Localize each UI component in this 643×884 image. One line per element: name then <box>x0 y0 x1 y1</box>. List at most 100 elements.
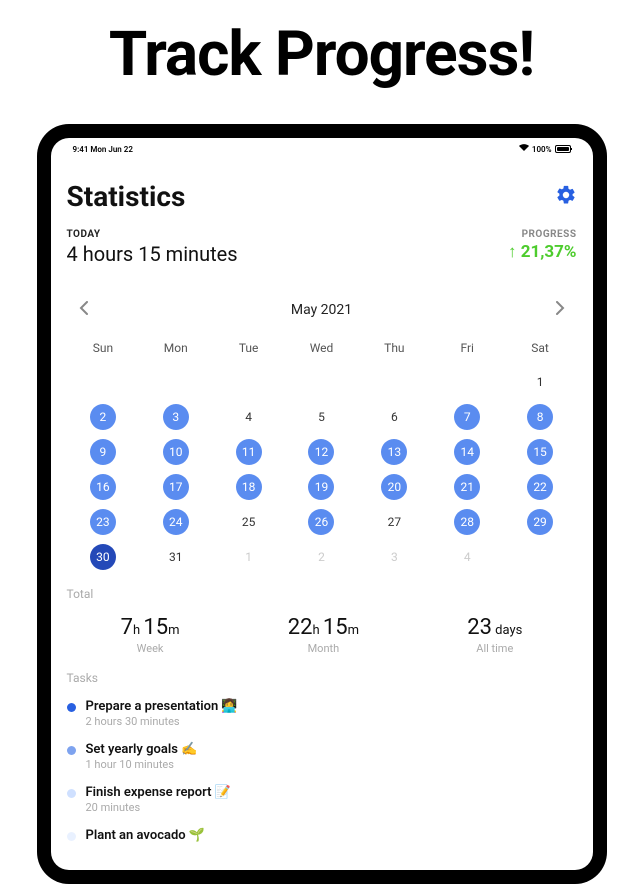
calendar-cell <box>285 368 358 396</box>
calendar-day[interactable]: 10 <box>163 439 189 465</box>
calendar-cell[interactable]: 21 <box>431 473 504 501</box>
task-duration: 1 hour 10 minutes <box>86 758 198 771</box>
calendar-day[interactable]: 5 <box>308 404 334 430</box>
calendar-day[interactable]: 24 <box>163 509 189 535</box>
calendar-day[interactable]: 18 <box>236 474 262 500</box>
calendar-day[interactable]: 8 <box>527 404 553 430</box>
calendar-cell[interactable]: 3 <box>358 543 431 571</box>
calendar-day[interactable]: 1 <box>527 369 553 395</box>
calendar-cell[interactable]: 30 <box>67 543 140 571</box>
calendar-cell[interactable]: 10 <box>139 438 212 466</box>
calendar-cell[interactable]: 15 <box>504 438 577 466</box>
task-item[interactable]: Plant an avocado 🌱 <box>67 828 577 844</box>
total-alltime: 23 days All time <box>467 615 522 655</box>
calendar-day[interactable]: 28 <box>454 509 480 535</box>
calendar-cell[interactable]: 14 <box>431 438 504 466</box>
calendar-cell[interactable]: 24 <box>139 508 212 536</box>
calendar-cell[interactable]: 29 <box>504 508 577 536</box>
calendar-day[interactable]: 25 <box>236 509 262 535</box>
calendar-cell[interactable]: 19 <box>285 473 358 501</box>
calendar-day[interactable]: 13 <box>381 439 407 465</box>
settings-button[interactable] <box>555 184 577 210</box>
calendar-cell[interactable]: 4 <box>212 403 285 431</box>
tasks-section-label: Tasks <box>67 671 577 685</box>
calendar-day[interactable]: 4 <box>454 544 480 570</box>
statusbar-time: 9:41 Mon Jun 22 <box>73 145 133 154</box>
calendar-day[interactable]: 16 <box>90 474 116 500</box>
calendar-cell[interactable]: 2 <box>285 543 358 571</box>
unit-h2: h <box>312 623 322 638</box>
calendar-day[interactable]: 20 <box>381 474 407 500</box>
calendar-cell[interactable]: 31 <box>139 543 212 571</box>
calendar-cell[interactable]: 16 <box>67 473 140 501</box>
calendar-cell[interactable]: 23 <box>67 508 140 536</box>
total-month-label: Month <box>288 642 359 655</box>
screen: 9:41 Mon Jun 22 100% Statistics TODAY 4 … <box>51 138 593 870</box>
calendar-day[interactable]: 2 <box>308 544 334 570</box>
calendar-cell[interactable]: 26 <box>285 508 358 536</box>
calendar-dow: Thu <box>358 341 431 361</box>
calendar-cell[interactable]: 12 <box>285 438 358 466</box>
calendar-cell[interactable]: 6 <box>358 403 431 431</box>
task-title: Finish expense report 📝 <box>86 785 231 800</box>
calendar-cell[interactable]: 7 <box>431 403 504 431</box>
calendar-cell[interactable]: 9 <box>67 438 140 466</box>
calendar-day[interactable]: 7 <box>454 404 480 430</box>
calendar-day[interactable]: 9 <box>90 439 116 465</box>
calendar-day[interactable]: 22 <box>527 474 553 500</box>
task-duration: 20 minutes <box>86 801 231 814</box>
calendar-day[interactable]: 27 <box>381 509 407 535</box>
task-item[interactable]: Finish expense report 📝20 minutes <box>67 785 577 814</box>
task-item[interactable]: Set yearly goals ✍️1 hour 10 minutes <box>67 742 577 771</box>
calendar-cell[interactable]: 13 <box>358 438 431 466</box>
calendar-cell[interactable]: 5 <box>285 403 358 431</box>
calendar-day[interactable]: 12 <box>308 439 334 465</box>
calendar-month-label: May 2021 <box>291 302 352 318</box>
battery-pct: 100% <box>532 145 552 154</box>
unit-h: h <box>133 623 143 638</box>
calendar-day[interactable]: 4 <box>236 404 262 430</box>
calendar-cell[interactable]: 20 <box>358 473 431 501</box>
calendar-day[interactable]: 23 <box>90 509 116 535</box>
calendar-day[interactable]: 2 <box>90 404 116 430</box>
calendar-cell[interactable]: 2 <box>67 403 140 431</box>
calendar-day[interactable]: 11 <box>236 439 262 465</box>
calendar-day[interactable]: 14 <box>454 439 480 465</box>
calendar-day[interactable]: 21 <box>454 474 480 500</box>
calendar-cell <box>504 543 577 571</box>
today-value: 4 hours 15 minutes <box>67 242 238 266</box>
calendar-cell[interactable]: 1 <box>212 543 285 571</box>
calendar-day[interactable]: 1 <box>236 544 262 570</box>
task-item[interactable]: Prepare a presentation 👩‍💻2 hours 30 min… <box>67 699 577 728</box>
calendar-cell[interactable]: 11 <box>212 438 285 466</box>
calendar-cell[interactable]: 4 <box>431 543 504 571</box>
task-duration: 2 hours 30 minutes <box>86 715 238 728</box>
status-bar: 9:41 Mon Jun 22 100% <box>67 138 577 158</box>
calendar-day[interactable]: 29 <box>527 509 553 535</box>
calendar-day[interactable]: 17 <box>163 474 189 500</box>
unit-m: m <box>168 623 179 638</box>
calendar-cell[interactable]: 18 <box>212 473 285 501</box>
progress-arrow-icon: ↑ <box>508 242 517 262</box>
calendar-dow: Fri <box>431 341 504 361</box>
task-color-dot <box>67 789 76 798</box>
calendar-cell[interactable]: 1 <box>504 368 577 396</box>
calendar-prev-button[interactable] <box>75 296 92 323</box>
calendar-day[interactable]: 26 <box>308 509 334 535</box>
calendar-day[interactable]: 30 <box>90 544 116 570</box>
calendar-cell[interactable]: 17 <box>139 473 212 501</box>
calendar-cell[interactable]: 22 <box>504 473 577 501</box>
calendar-day[interactable]: 3 <box>163 404 189 430</box>
calendar-day[interactable]: 19 <box>308 474 334 500</box>
calendar-next-button[interactable] <box>552 296 569 323</box>
calendar-day[interactable]: 15 <box>527 439 553 465</box>
calendar-cell[interactable]: 28 <box>431 508 504 536</box>
calendar-day[interactable]: 31 <box>163 544 189 570</box>
calendar-day[interactable]: 3 <box>381 544 407 570</box>
calendar-cell[interactable]: 27 <box>358 508 431 536</box>
calendar-cell[interactable]: 25 <box>212 508 285 536</box>
total-month: 22h 15m Month <box>288 615 359 655</box>
calendar-cell[interactable]: 8 <box>504 403 577 431</box>
calendar-day[interactable]: 6 <box>381 404 407 430</box>
calendar-cell[interactable]: 3 <box>139 403 212 431</box>
